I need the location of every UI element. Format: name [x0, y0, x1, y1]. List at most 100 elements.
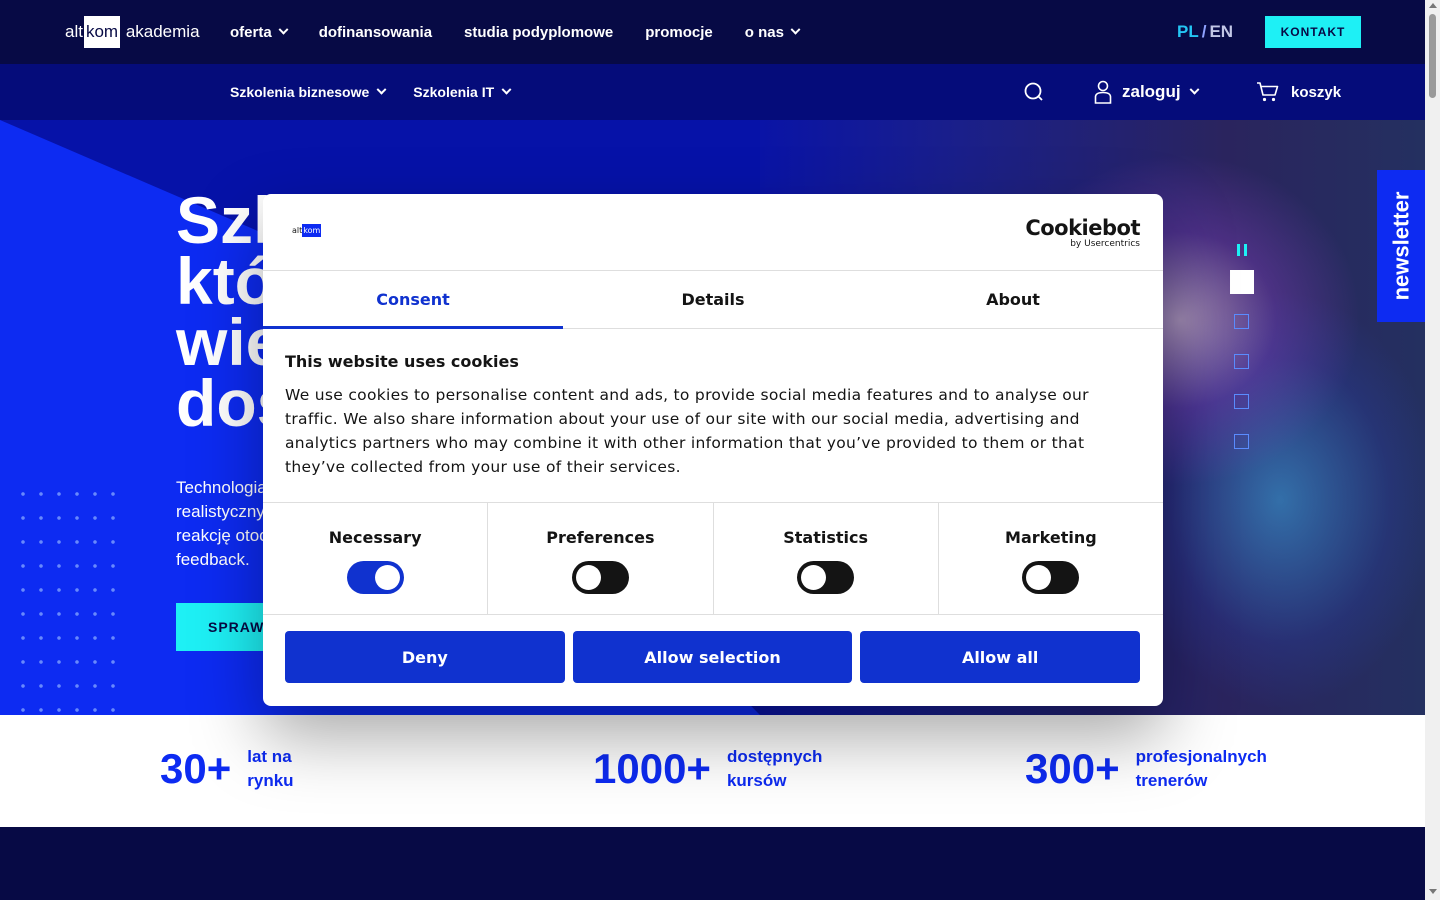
- stat-courses: 1000+ dostępnych kursów: [593, 745, 827, 793]
- menu-item-label: promocje: [645, 23, 713, 41]
- top-navigation-bar: alt kom akademia oferta dofinansowania st…: [0, 0, 1425, 64]
- category-statistics: Statistics: [714, 503, 939, 614]
- menu-item-business-training[interactable]: Szkolenia biznesowe: [230, 84, 387, 100]
- menu-item-label: Szkolenia biznesowe: [230, 84, 370, 100]
- stat-label: lat na rynku: [247, 745, 347, 793]
- decorative-dot-grid: [14, 482, 129, 715]
- language-en-link[interactable]: EN: [1209, 22, 1233, 41]
- tab-consent[interactable]: Consent: [263, 271, 563, 329]
- stat-label: profesjonalnych trenerów: [1136, 745, 1276, 793]
- newsletter-label: newsletter: [1388, 191, 1414, 301]
- page-scrollbar[interactable]: [1425, 0, 1440, 900]
- toggle-knob: [374, 565, 400, 590]
- allow-all-button[interactable]: Allow all: [860, 631, 1141, 683]
- cart-label: koszyk: [1291, 83, 1342, 101]
- menu-item-studia-podyplomowe[interactable]: studia podyplomowe: [464, 24, 613, 41]
- cookiebot-logo-main: Cookiebot: [1025, 216, 1140, 240]
- newsletter-tab[interactable]: newsletter: [1377, 170, 1425, 322]
- menu-item-promocje[interactable]: promocje: [645, 24, 713, 41]
- logo-text-suffix: akademia: [121, 22, 200, 41]
- language-pl-link[interactable]: PL: [1177, 22, 1199, 41]
- chevron-down-icon: [278, 24, 289, 35]
- statistics-toggle[interactable]: [797, 561, 855, 594]
- logo-text-prefix: alt: [65, 22, 83, 41]
- stat-label-line: dostępnych: [726, 747, 823, 766]
- chevron-down-icon: [501, 84, 512, 95]
- language-switcher: PL / EN: [1177, 22, 1233, 42]
- dialog-text: We use cookies to personalise content an…: [285, 386, 1089, 476]
- slider-dot-4[interactable]: [1234, 394, 1249, 409]
- marketing-toggle[interactable]: [1022, 561, 1080, 594]
- menu-item-label: oferta: [230, 23, 272, 41]
- cookiebot-logo-sub: by Usercentrics: [1070, 239, 1140, 249]
- category-preferences: Preferences: [488, 503, 714, 614]
- slider-pause-icon[interactable]: [1237, 244, 1247, 256]
- menu-item-o-nas[interactable]: o nas: [744, 23, 801, 41]
- scroll-down-arrow-icon[interactable]: [1429, 889, 1437, 894]
- stat-label-line: lat na: [247, 747, 292, 766]
- category-necessary: Necessary: [263, 503, 489, 614]
- language-separator: /: [1201, 22, 1207, 41]
- login-button[interactable]: zaloguj: [1094, 80, 1200, 104]
- deny-button[interactable]: Deny: [285, 631, 565, 683]
- logo-text-box: kom: [302, 224, 322, 237]
- altkom-akademia-logo[interactable]: alt kom akademia: [65, 16, 200, 48]
- site-logo: alt kom: [292, 224, 322, 237]
- menu-item-it-training[interactable]: Szkolenia IT: [413, 84, 512, 100]
- logo-text-box: kom: [83, 16, 121, 48]
- chevron-down-icon: [790, 24, 801, 35]
- stats-section: 30+ lat na rynku 1000+ dostępnych kursów…: [0, 715, 1425, 827]
- menu-item-label: o nas: [744, 23, 784, 41]
- contact-button[interactable]: KONTAKT: [1265, 16, 1361, 48]
- dialog-heading: This website uses cookies: [285, 352, 519, 371]
- stat-label: dostępnych kursów: [727, 745, 827, 793]
- slider-dot-2[interactable]: [1234, 314, 1249, 329]
- toggle-knob: [801, 565, 827, 590]
- menu-item-label: Szkolenia IT: [413, 84, 495, 100]
- login-label: zaloguj: [1122, 82, 1181, 101]
- menu-item-oferta[interactable]: oferta: [230, 23, 289, 41]
- cookiebot-logo[interactable]: Cookiebot by Usercentrics: [1025, 216, 1140, 249]
- stat-label-line: trenerów: [1135, 771, 1208, 790]
- toggle-knob: [1026, 565, 1052, 590]
- necessary-toggle[interactable]: [346, 561, 404, 594]
- scroll-up-arrow-icon[interactable]: [1429, 3, 1437, 8]
- search-icon[interactable]: [1024, 82, 1044, 102]
- user-icon: [1094, 80, 1112, 104]
- category-label: Preferences: [546, 528, 655, 547]
- main-menu: oferta dofinansowania studia podyplomowe…: [230, 0, 801, 64]
- stat-label-line: rynku: [247, 771, 294, 790]
- dialog-body: This website uses cookies We use cookies…: [285, 352, 1135, 479]
- chevron-down-icon: [1189, 84, 1200, 95]
- category-label: Marketing: [1005, 528, 1097, 547]
- stat-label-line: kursów: [726, 771, 787, 790]
- dialog-header: alt kom Cookiebot by Usercentrics: [263, 194, 1163, 271]
- tab-about[interactable]: About: [863, 271, 1163, 328]
- stat-number: 30+: [160, 745, 232, 792]
- stat-number: 1000+: [593, 745, 711, 792]
- cart-button[interactable]: koszyk: [1256, 82, 1341, 102]
- next-section: [0, 827, 1425, 900]
- category-label: Necessary: [328, 528, 422, 547]
- scrollbar-thumb[interactable]: [1429, 14, 1436, 98]
- cookie-category-toggles: Necessary Preferences Statistics Marketi…: [263, 502, 1163, 615]
- menu-item-label: studia podyplomowe: [464, 23, 614, 41]
- preferences-toggle[interactable]: [571, 561, 629, 594]
- tab-details[interactable]: Details: [563, 271, 863, 328]
- menu-item-dofinansowania[interactable]: dofinansowania: [319, 24, 432, 41]
- chevron-down-icon: [376, 84, 387, 95]
- dialog-tabs: Consent Details About: [263, 271, 1163, 329]
- category-marketing: Marketing: [939, 503, 1163, 614]
- slider-dot-1[interactable]: [1230, 270, 1254, 294]
- category-label: Statistics: [783, 528, 868, 547]
- slider-dot-5[interactable]: [1234, 434, 1249, 449]
- stat-years: 30+ lat na rynku: [160, 745, 347, 793]
- cookie-consent-dialog: alt kom Cookiebot by Usercentrics Consent…: [263, 194, 1163, 706]
- allow-selection-button[interactable]: Allow selection: [572, 631, 853, 683]
- slider-dot-3[interactable]: [1234, 354, 1249, 369]
- stat-trainers: 300+ profesjonalnych trenerów: [1025, 745, 1276, 793]
- training-menu: Szkolenia biznesowe Szkolenia IT: [230, 64, 512, 120]
- logo-text-prefix: alt: [292, 226, 303, 235]
- stat-label-line: profesjonalnych: [1135, 747, 1267, 766]
- cart-icon: [1257, 82, 1279, 102]
